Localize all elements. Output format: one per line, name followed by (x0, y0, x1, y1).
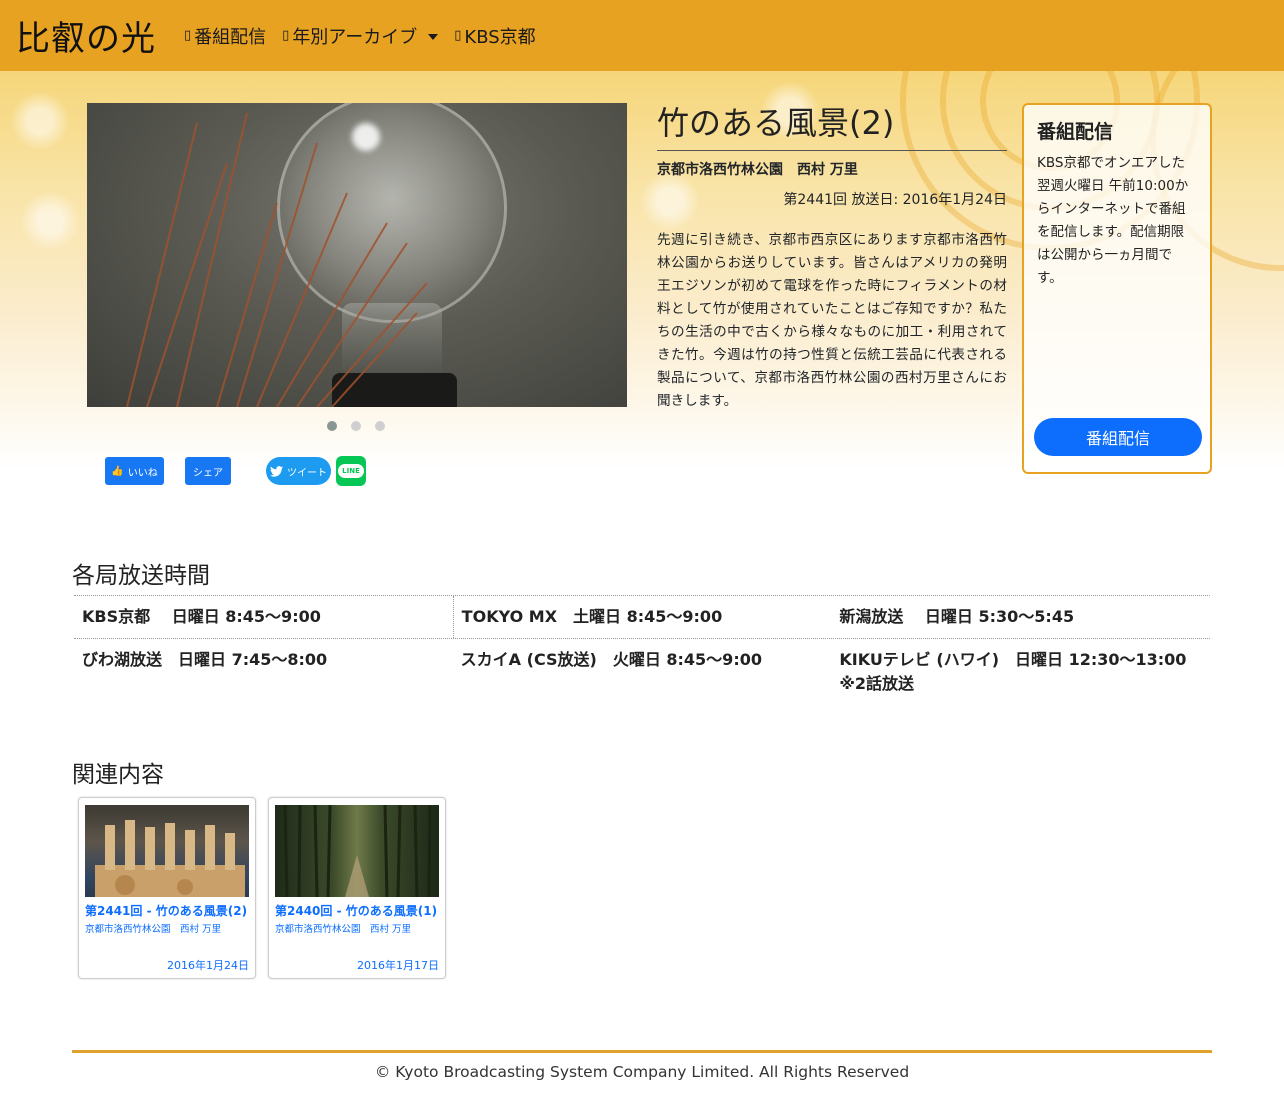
related-card-guest: 京都市洛西竹林公園 西村 万里 (85, 924, 222, 935)
schedule-row: びわ湖放送 日曜日 7:45〜8:00 スカイA (CS放送) 火曜日 8:45… (74, 639, 1210, 705)
carousel-dot[interactable] (375, 421, 385, 431)
schedule-cell: TOKYO MX 土曜日 8:45〜9:00 (452, 596, 832, 638)
episode-title: 竹のある風景(2) (657, 103, 1007, 151)
episode-date: 第2441回 放送日: 2016年1月24日 (783, 192, 1007, 208)
episode-guest: 京都市洛西竹林公園 西村 万里 (657, 162, 858, 178)
nav-item-kbs-kyoto[interactable]: ▯ KBS京都 (454, 23, 535, 49)
tv-icon: ▯ (184, 28, 192, 43)
schedule-row: KBS京都 日曜日 8:45〜9:00 TOKYO MX 土曜日 8:45〜9:… (74, 596, 1210, 639)
carousel-indicators (327, 421, 385, 431)
line-share-button[interactable]: LINE (336, 456, 366, 486)
episode-description: 先週に引き続き、京都市西京区にあります京都市洛西竹林公園からお送りしています。皆… (657, 232, 1007, 409)
related-card[interactable]: 第2440回 - 竹のある風景(1) 京都市洛西竹林公園 西村 万里 2016年… (268, 797, 446, 979)
flower-pattern (10, 91, 70, 151)
footer-divider (72, 1050, 1212, 1053)
twitter-icon (270, 465, 283, 477)
carousel-dot[interactable] (327, 421, 337, 431)
site-brand[interactable]: 比叡の光 (16, 11, 156, 60)
program-delivery-box: 番組配信 KBS京都でオンエアした翌週火曜日 午前10:00からインターネットで… (1022, 103, 1212, 474)
bamboo-forest-image (283, 805, 432, 897)
nav-item-label: KBS京都 (464, 26, 536, 48)
related-title: 関連内容 (72, 762, 164, 788)
related-card-date: 2016年1月17日 (357, 959, 439, 972)
facebook-like-label: いいね (127, 467, 158, 479)
chevron-down-icon (428, 33, 439, 40)
archive-icon: ▯ (282, 28, 290, 43)
episode-photo[interactable] (87, 103, 627, 407)
program-delivery-button[interactable]: 番組配信 (1034, 418, 1202, 456)
nav-item-program-delivery[interactable]: ▯ 番組配信 (184, 23, 266, 49)
schedule-cell: スカイA (CS放送) 火曜日 8:45〜9:00 (460, 650, 762, 669)
navbar: 比叡の光 ▯ 番組配信 ▯ 年別アーカイブ ▯ KBS京都 (0, 0, 1284, 71)
sidebox-text: KBS京都でオンエアした翌週火曜日 午前10:00からインターネットで番組を配信… (1037, 155, 1189, 286)
home-icon: ▯ (454, 28, 462, 43)
bamboo-craft-image (95, 820, 245, 897)
facebook-share-button[interactable]: シェア (185, 457, 231, 485)
flower-pattern (20, 191, 80, 251)
facebook-share-label: シェア (193, 467, 223, 479)
related-thumbnail (275, 805, 439, 897)
footer-copyright: © Kyoto Broadcasting System Company Limi… (374, 1063, 910, 1081)
bamboo-fibers (126, 112, 428, 407)
related-cards: 第2441回 - 竹のある風景(2) 京都市洛西竹林公園 西村 万里 2016年… (78, 797, 446, 979)
carousel-dot[interactable] (351, 421, 361, 431)
related-card-guest: 京都市洛西竹林公園 西村 万里 (275, 924, 412, 935)
schedule-cell: 新潟放送 日曜日 5:30〜5:45 (839, 607, 1075, 626)
related-thumbnail (85, 805, 249, 897)
related-card-date: 2016年1月24日 (167, 959, 249, 972)
related-card[interactable]: 第2441回 - 竹のある風景(2) 京都市洛西竹林公園 西村 万里 2016年… (78, 797, 256, 979)
tweet-label: ツイート (287, 467, 327, 479)
schedule-cell: びわ湖放送 日曜日 7:45〜8:00 (82, 650, 328, 669)
nav-item-label: 年別アーカイブ (292, 26, 418, 48)
nav-item-yearly-archive[interactable]: ▯ 年別アーカイブ (282, 23, 439, 49)
schedule-cell: KIKUテレビ (ハワイ) 日曜日 12:30〜13:00 ※2話放送 (839, 650, 1187, 693)
schedule-table: KBS京都 日曜日 8:45〜9:00 TOKYO MX 土曜日 8:45〜9:… (74, 595, 1210, 705)
sidebox-title: 番組配信 (1037, 121, 1114, 143)
related-card-title: 第2441回 - 竹のある風景(2) (85, 904, 248, 918)
main-nav: ▯ 番組配信 ▯ 年別アーカイブ ▯ KBS京都 (184, 23, 536, 49)
related-card-title: 第2440回 - 竹のある風景(1) (275, 904, 438, 918)
line-icon: LINE (338, 464, 364, 478)
schedule-title: 各局放送時間 (72, 563, 210, 589)
tweet-button[interactable]: ツイート (266, 457, 331, 485)
episode-info: 竹のある風景(2) 京都市洛西竹林公園 西村 万里 第2441回 放送日: 20… (657, 103, 1007, 413)
facebook-like-button[interactable]: 👍 いいね (105, 457, 164, 485)
schedule-cell: KBS京都 日曜日 8:45〜9:00 (82, 607, 321, 626)
nav-item-label: 番組配信 (194, 26, 267, 48)
thumbs-up-icon: 👍 (111, 465, 124, 477)
